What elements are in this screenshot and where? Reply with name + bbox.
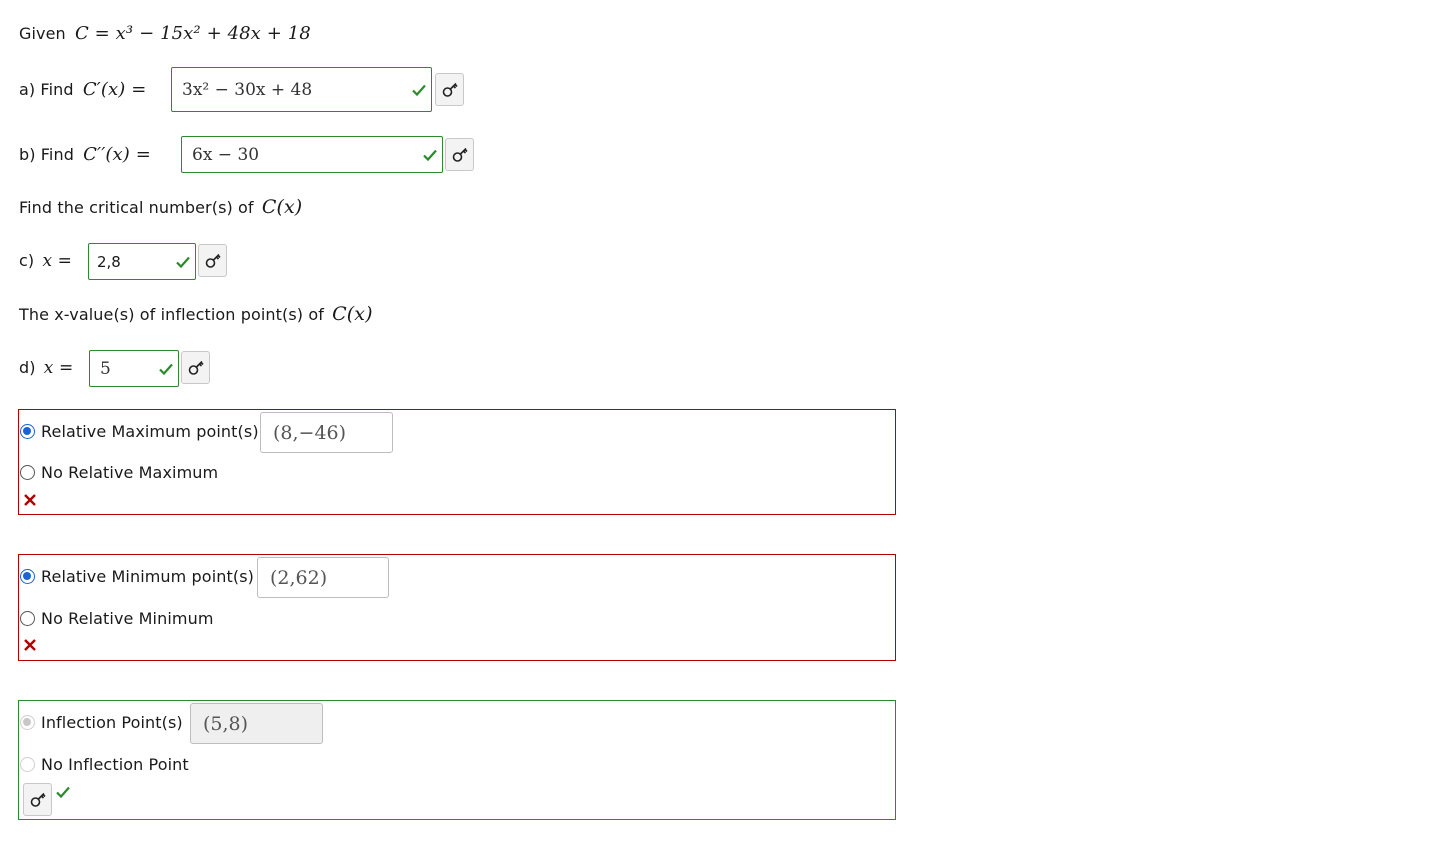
key-icon <box>188 360 204 375</box>
part-c-key-button[interactable] <box>198 244 227 277</box>
critical-prompt-expression: C(x) <box>261 196 303 218</box>
part-c-expression: x = <box>42 251 72 271</box>
critical-prompt-text: Find the critical number(s) of <box>19 198 254 217</box>
part-a-key-button[interactable] <box>435 73 464 106</box>
relative-maximum-group: Relative Maximum point(s) (8,−46) No Rel… <box>18 409 896 515</box>
inflection-prompt: The x-value(s) of inflection point(s) of… <box>19 303 373 325</box>
check-icon <box>159 363 173 375</box>
inflection-prompt-expression: C(x) <box>332 303 373 325</box>
relative-maximum-value: (8,−46) <box>273 421 347 444</box>
inflection-none-label: No Inflection Point <box>41 755 189 774</box>
relative-maximum-points-label: Relative Maximum point(s) <box>41 422 259 441</box>
given-expression: C = x³ − 15x² + 48x + 18 <box>74 23 311 44</box>
key-icon <box>30 792 46 807</box>
radio-button-selected[interactable] <box>20 424 35 439</box>
radio-button-selected[interactable] <box>20 569 35 584</box>
radio-button-disabled <box>20 757 35 772</box>
radio-button[interactable] <box>20 611 35 626</box>
relative-maximum-input[interactable]: (8,−46) <box>260 412 393 453</box>
part-a-answer-value: 3x² − 30x + 48 <box>182 79 313 100</box>
part-b-key-button[interactable] <box>445 138 474 171</box>
inflection-value: (5,8) <box>203 712 249 735</box>
inflection-points-label: Inflection Point(s) <box>41 713 183 732</box>
relative-maximum-points-option[interactable]: Relative Maximum point(s) <box>20 422 259 441</box>
inflection-points-option: Inflection Point(s) <box>20 713 183 732</box>
relative-minimum-points-option[interactable]: Relative Minimum point(s) <box>20 567 254 586</box>
part-b-prompt: b) Find C′′(x) = <box>19 144 151 165</box>
part-d-answer-value: 5 <box>100 358 111 379</box>
part-a-expression: C′(x) = <box>82 79 147 100</box>
given-prefix: Given <box>19 24 66 43</box>
relative-minimum-input[interactable]: (2,62) <box>257 557 389 598</box>
given-line: Given C = x³ − 15x² + 48x + 18 <box>19 23 311 44</box>
part-c-prompt: c) x = <box>19 251 72 271</box>
part-a-prompt: a) Find C′(x) = <box>19 79 146 100</box>
part-c-answer-field[interactable]: 2,8 <box>88 243 196 280</box>
part-d-prompt: d) x = <box>19 358 73 378</box>
relative-minimum-value: (2,62) <box>270 566 328 589</box>
part-a-answer-field[interactable]: 3x² − 30x + 48 <box>171 67 432 112</box>
x-mark-icon <box>24 639 36 651</box>
relative-minimum-none-option[interactable]: No Relative Minimum <box>20 609 214 628</box>
part-c-label: c) <box>19 251 35 270</box>
part-b-expression: C′′(x) = <box>83 144 151 165</box>
radio-button-selected-disabled <box>20 715 35 730</box>
part-b-answer-value: 6x − 30 <box>192 144 260 165</box>
critical-prompt: Find the critical number(s) of C(x) <box>19 196 302 218</box>
x-mark-icon <box>24 494 36 506</box>
key-icon <box>442 82 458 97</box>
check-icon <box>423 149 437 161</box>
inflection-input: (5,8) <box>190 703 323 744</box>
check-icon <box>176 256 190 268</box>
part-d-expression: x = <box>43 358 74 378</box>
check-icon <box>56 786 70 799</box>
part-d-key-button[interactable] <box>181 351 210 384</box>
radio-button[interactable] <box>20 465 35 480</box>
relative-maximum-none-option[interactable]: No Relative Maximum <box>20 463 218 482</box>
relative-minimum-points-label: Relative Minimum point(s) <box>41 567 254 586</box>
inflection-point-group: Inflection Point(s) (5,8) No Inflection … <box>18 700 896 820</box>
relative-minimum-group: Relative Minimum point(s) (2,62) No Rela… <box>18 554 896 661</box>
key-icon <box>452 147 468 162</box>
inflection-prompt-text: The x-value(s) of inflection point(s) of <box>19 305 324 324</box>
part-d-answer-field[interactable]: 5 <box>89 350 179 387</box>
inflection-none-option: No Inflection Point <box>20 755 189 774</box>
part-a-label: a) Find <box>19 80 74 99</box>
inflection-key-button[interactable] <box>23 783 52 816</box>
key-icon <box>205 253 221 268</box>
part-b-label: b) Find <box>19 145 74 164</box>
part-c-answer-value: 2,8 <box>97 252 121 271</box>
part-b-answer-field[interactable]: 6x − 30 <box>181 136 443 173</box>
relative-maximum-none-label: No Relative Maximum <box>41 463 219 482</box>
part-d-label: d) <box>19 358 36 377</box>
relative-minimum-none-label: No Relative Minimum <box>41 609 214 628</box>
check-icon <box>412 84 426 96</box>
